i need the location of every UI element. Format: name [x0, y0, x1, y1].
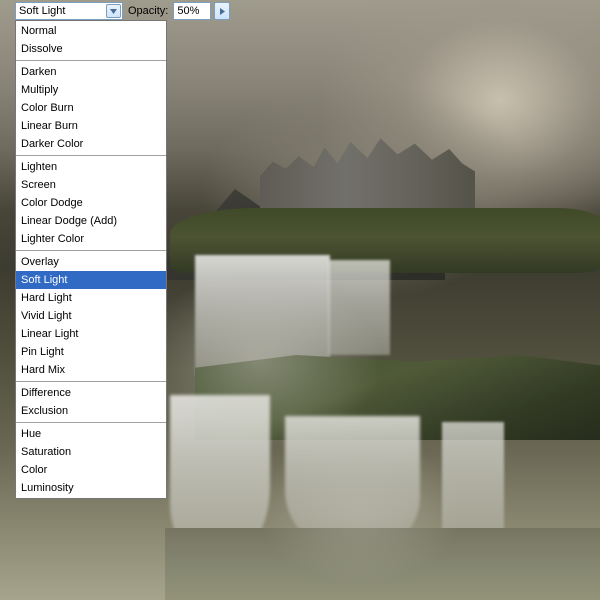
- blend-mode-dropdown[interactable]: NormalDissolveDarkenMultiplyColor BurnLi…: [15, 20, 167, 499]
- blend-mode-option[interactable]: Screen: [16, 176, 166, 194]
- blend-mode-option[interactable]: Hue: [16, 425, 166, 443]
- blend-mode-option[interactable]: Lighten: [16, 158, 166, 176]
- blend-mode-option[interactable]: Exclusion: [16, 402, 166, 420]
- blend-mode-option[interactable]: Overlay: [16, 253, 166, 271]
- chevron-down-icon: [106, 4, 121, 18]
- blend-mode-option[interactable]: Dissolve: [16, 40, 166, 58]
- scene-pool: [165, 528, 600, 600]
- opacity-flyout-button[interactable]: [214, 2, 230, 20]
- blend-mode-option[interactable]: Multiply: [16, 81, 166, 99]
- blend-mode-option[interactable]: Lighter Color: [16, 230, 166, 248]
- blend-mode-option[interactable]: Linear Burn: [16, 117, 166, 135]
- blend-mode-option[interactable]: Darken: [16, 63, 166, 81]
- blend-mode-option[interactable]: Darker Color: [16, 135, 166, 153]
- dropdown-separator: [16, 155, 166, 156]
- blend-mode-option[interactable]: Pin Light: [16, 343, 166, 361]
- dropdown-separator: [16, 250, 166, 251]
- opacity-value: 50%: [177, 5, 199, 17]
- blend-mode-option[interactable]: Difference: [16, 384, 166, 402]
- dropdown-separator: [16, 422, 166, 423]
- scene-castle: [260, 122, 475, 212]
- blend-mode-option[interactable]: Luminosity: [16, 479, 166, 497]
- layer-options-toolbar: Soft Light Opacity: 50%: [15, 2, 230, 20]
- dropdown-separator: [16, 381, 166, 382]
- blend-mode-option[interactable]: Soft Light: [16, 271, 166, 289]
- chevron-right-icon: [220, 8, 225, 15]
- scene-waterfall: [328, 260, 390, 355]
- blend-mode-option[interactable]: Saturation: [16, 443, 166, 461]
- blend-mode-option[interactable]: Linear Dodge (Add): [16, 212, 166, 230]
- blend-mode-option[interactable]: Hard Light: [16, 289, 166, 307]
- blend-mode-selected-label: Soft Light: [19, 5, 65, 17]
- blend-mode-option[interactable]: Hard Mix: [16, 361, 166, 379]
- blend-mode-option[interactable]: Color: [16, 461, 166, 479]
- blend-mode-option[interactable]: Color Dodge: [16, 194, 166, 212]
- blend-mode-option[interactable]: Color Burn: [16, 99, 166, 117]
- scene-waterfall: [442, 422, 504, 537]
- blend-mode-option[interactable]: Vivid Light: [16, 307, 166, 325]
- blend-mode-option[interactable]: Linear Light: [16, 325, 166, 343]
- opacity-input[interactable]: 50%: [173, 2, 211, 20]
- opacity-label: Opacity:: [126, 5, 170, 17]
- blend-mode-select[interactable]: Soft Light: [15, 2, 123, 20]
- dropdown-separator: [16, 60, 166, 61]
- blend-mode-option[interactable]: Normal: [16, 22, 166, 40]
